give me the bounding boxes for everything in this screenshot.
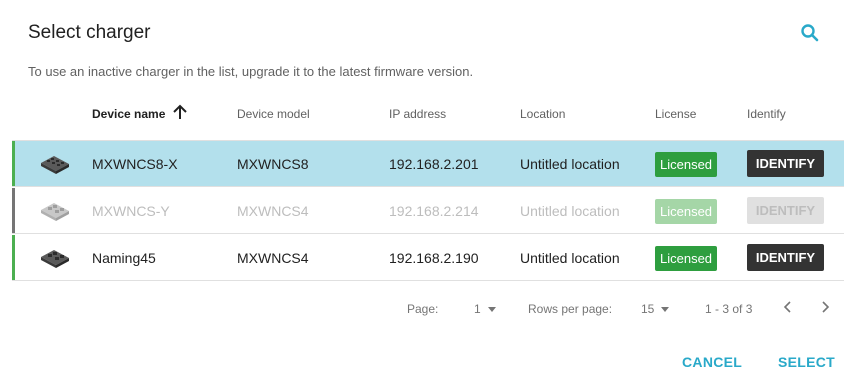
charger-device-icon [41, 250, 69, 268]
chevron-left-icon [783, 301, 791, 313]
ip-address: 192.168.2.190 [389, 250, 479, 266]
table-row[interactable]: Naming45 MXWNCS4 192.168.2.190 Untitled … [12, 235, 844, 281]
search-icon [801, 24, 819, 42]
next-page-button[interactable] [818, 299, 832, 318]
ip-address: 192.168.2.214 [389, 203, 479, 219]
identify-button: IDENTIFY [747, 197, 824, 224]
column-header-location[interactable]: Location [520, 107, 565, 121]
license-badge: Licensed [655, 246, 718, 271]
dialog-title: Select charger [28, 22, 151, 43]
charger-device-icon [41, 156, 69, 174]
license-badge: Licensed [655, 152, 718, 177]
rows-per-page-label: Rows per page: [528, 302, 613, 316]
device-name: MXWNCS8-X [92, 156, 178, 172]
table-row[interactable]: MXWNCS-Y MXWNCS4 192.168.2.214 Untitled … [12, 188, 844, 234]
arrow-up-icon[interactable] [172, 103, 188, 121]
table-header: Device name Device model IP address Loca… [0, 104, 844, 126]
ip-address: 192.168.2.201 [389, 156, 479, 172]
device-name: MXWNCS-Y [92, 203, 170, 219]
table-row[interactable]: MXWNCS8-X MXWNCS8 192.168.2.201 Untitled… [12, 141, 844, 187]
location: Untitled location [520, 156, 620, 172]
license-badge: Licensed [655, 199, 718, 224]
page-label: Page: [407, 302, 439, 316]
device-model: MXWNCS4 [237, 250, 309, 266]
rows-per-page-value: 15 [641, 302, 655, 316]
status-stripe [12, 188, 15, 233]
chevron-right-icon [822, 301, 830, 313]
column-header-device-name[interactable]: Device name [92, 107, 165, 121]
chevron-down-icon [487, 307, 496, 313]
cancel-button[interactable]: CANCEL [682, 354, 742, 370]
dialog-subtitle: To use an inactive charger in the list, … [28, 64, 474, 79]
pagination-range: 1 - 3 of 3 [705, 302, 753, 316]
select-button[interactable]: SELECT [778, 354, 835, 370]
device-name: Naming45 [92, 250, 156, 266]
location: Untitled location [520, 250, 620, 266]
rows-per-page-select[interactable]: 15 [641, 302, 670, 316]
charger-device-icon [41, 203, 69, 221]
column-header-device-model[interactable]: Device model [237, 107, 310, 121]
search-button[interactable] [797, 20, 823, 46]
status-stripe [12, 235, 15, 280]
device-model: MXWNCS4 [237, 203, 309, 219]
page-select-value: 1 [474, 302, 481, 316]
column-header-ip-address[interactable]: IP address [389, 107, 446, 121]
device-model: MXWNCS8 [237, 156, 309, 172]
column-header-license[interactable]: License [655, 107, 696, 121]
location: Untitled location [520, 203, 620, 219]
chevron-down-icon [661, 307, 670, 313]
identify-button[interactable]: IDENTIFY [747, 150, 824, 177]
identify-button[interactable]: IDENTIFY [747, 244, 824, 271]
previous-page-button[interactable] [781, 299, 795, 318]
status-stripe [12, 141, 15, 186]
column-header-identify: Identify [747, 107, 786, 121]
page-select[interactable]: 1 [474, 302, 496, 316]
